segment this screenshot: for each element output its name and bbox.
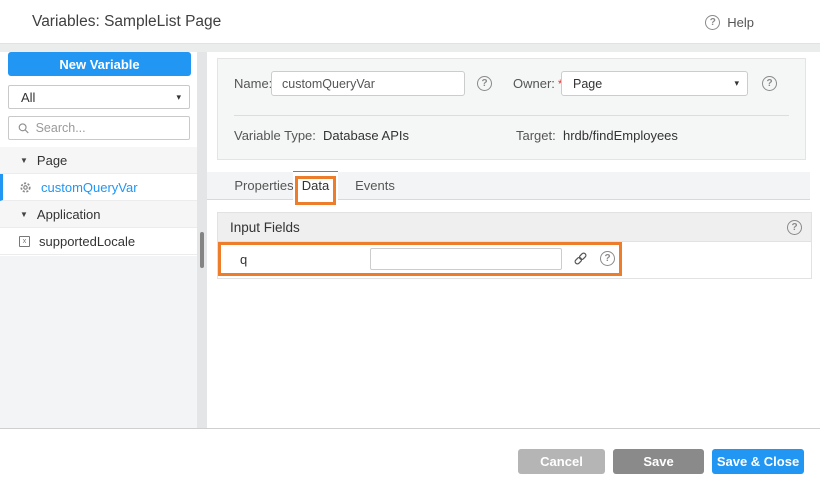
new-variable-button[interactable]: New Variable <box>8 52 191 76</box>
owner-select[interactable]: Page ▾ <box>561 71 748 96</box>
input-fields-help-icon[interactable]: ? <box>787 220 802 235</box>
dialog-footer: Cancel Save Save & Close <box>0 428 820 489</box>
tree-group-page[interactable]: ▼ Page <box>0 147 197 174</box>
variable-search[interactable] <box>8 116 190 140</box>
variable-filter-value: All <box>21 90 35 105</box>
variable-tree: ▼ Page customQueryVar ▼ Application x su… <box>0 147 197 255</box>
tree-group-application[interactable]: ▼ Application <box>0 201 197 228</box>
variable-type-value: Database APIs <box>323 128 409 143</box>
variables-sidebar: New Variable All ▾ ▼ Page customQuer <box>0 52 197 428</box>
name-help-icon[interactable]: ? <box>477 76 492 91</box>
cancel-button[interactable]: Cancel <box>518 449 605 474</box>
bind-link-icon[interactable] <box>573 251 588 271</box>
save-and-close-button[interactable]: Save & Close <box>712 449 804 474</box>
sidebar-scrollbar-thumb[interactable] <box>200 232 204 268</box>
field-q-label: q <box>240 252 247 267</box>
tab-properties[interactable]: Properties <box>233 172 295 199</box>
save-button[interactable]: Save <box>613 449 704 474</box>
field-q-help-icon[interactable]: ? <box>600 251 615 266</box>
target-value: hrdb/findEmployees <box>563 128 678 143</box>
field-q-input[interactable] <box>370 248 562 270</box>
owner-label: Owner:* <box>513 76 563 91</box>
sidebar-scrollbar-track <box>197 52 207 428</box>
name-field[interactable] <box>271 71 465 96</box>
chevron-down-icon: ▾ <box>176 92 181 103</box>
tree-group-label: Application <box>37 207 101 222</box>
chevron-down-icon: ▾ <box>734 78 739 89</box>
page-title: Variables: SampleList Page <box>32 0 221 44</box>
variable-detail-panel: Name:* ? Owner:* Page ▾ ? Variable Type:… <box>207 52 820 428</box>
tree-item-customqueryvar[interactable]: customQueryVar <box>0 174 197 201</box>
search-input[interactable] <box>36 121 181 135</box>
sidebar-empty-area <box>0 256 197 428</box>
annotation-box-field-row: q ? <box>218 242 622 276</box>
tree-group-label: Page <box>37 153 67 168</box>
variable-summary-panel: Name:* ? Owner:* Page ▾ ? Variable Type:… <box>217 58 806 160</box>
detail-tabbar: Properties Data Events <box>207 172 810 200</box>
collapse-caret-icon: ▼ <box>20 210 28 219</box>
dialog-header: Variables: SampleList Page ? Help <box>0 0 820 44</box>
input-fields-title: Input Fields <box>230 220 300 235</box>
search-icon <box>18 122 30 135</box>
help-icon: ? <box>705 15 720 30</box>
variable-type-label: Variable Type: <box>234 128 316 143</box>
owner-help-icon[interactable]: ? <box>762 76 777 91</box>
tab-data[interactable]: Data <box>293 172 338 200</box>
input-fields-header: Input Fields ? <box>218 213 811 242</box>
input-fields-body: q ? <box>218 242 811 278</box>
target-label: Target: <box>516 128 556 143</box>
tree-item-supportedlocale[interactable]: x supportedLocale <box>0 228 197 255</box>
tree-item-label: supportedLocale <box>39 234 135 249</box>
gear-icon <box>19 181 32 194</box>
locale-icon: x <box>19 236 30 247</box>
owner-select-value: Page <box>573 77 602 91</box>
variable-filter-select[interactable]: All ▾ <box>8 85 190 109</box>
input-fields-section: Input Fields ? q ? <box>217 212 812 279</box>
help-label: Help <box>727 15 754 30</box>
tab-events[interactable]: Events <box>347 172 403 199</box>
variables-dialog: Variables: SampleList Page ? Help New Va… <box>0 0 820 489</box>
collapse-caret-icon: ▼ <box>20 156 28 165</box>
tree-item-label: customQueryVar <box>41 180 138 195</box>
panel-divider <box>234 115 789 116</box>
help-button[interactable]: ? Help <box>705 14 754 31</box>
